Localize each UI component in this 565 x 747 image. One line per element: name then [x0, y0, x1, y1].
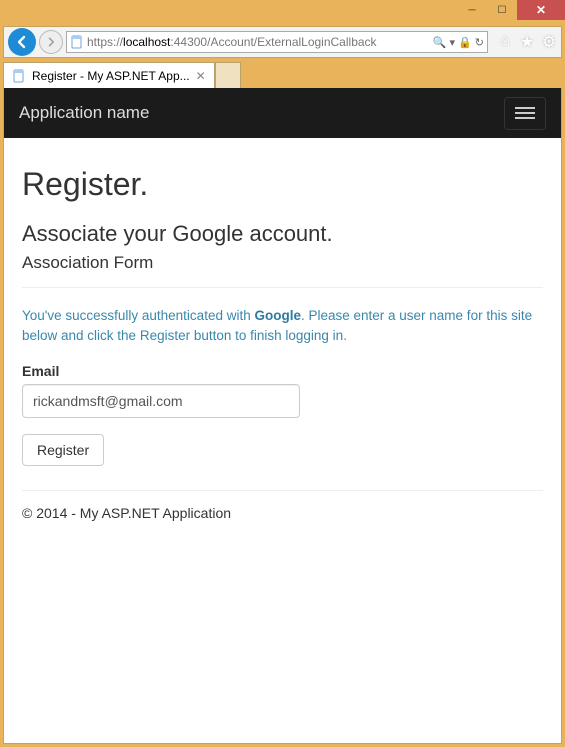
home-icon[interactable]: ⌂	[497, 32, 513, 52]
menu-icon	[515, 117, 535, 119]
email-field[interactable]	[22, 384, 300, 418]
url-text: https://localhost:44300/Account/External…	[87, 35, 430, 49]
nav-toggle-button[interactable]	[504, 97, 546, 130]
divider	[22, 287, 543, 288]
tab-title: Register - My ASP.NET App...	[32, 69, 190, 83]
app-brand[interactable]: Application name	[19, 103, 149, 123]
forward-button[interactable]	[39, 30, 63, 54]
app-navbar: Application name	[4, 88, 561, 138]
window-minimize-button[interactable]: ─	[457, 0, 487, 20]
tab-strip: Register - My ASP.NET App... ✕	[3, 58, 562, 88]
menu-icon	[515, 107, 535, 109]
browser-toolbar: https://localhost:44300/Account/External…	[3, 26, 562, 58]
menu-icon	[515, 112, 535, 114]
new-tab-button[interactable]	[215, 62, 241, 88]
email-label: Email	[22, 363, 543, 379]
browser-tab[interactable]: Register - My ASP.NET App... ✕	[3, 62, 215, 88]
footer-text: © 2014 - My ASP.NET Application	[22, 505, 543, 521]
page-subtitle: Associate your Google account.	[22, 221, 543, 247]
page-viewport: Application name Register. Associate you…	[3, 88, 562, 744]
refresh-icon[interactable]: ↻	[475, 36, 484, 49]
page-icon	[70, 35, 84, 49]
divider	[22, 490, 543, 491]
info-provider: Google	[254, 308, 301, 323]
page-body: Register. Associate your Google account.…	[4, 138, 561, 539]
info-text: You've successfully authenticated with G…	[22, 306, 543, 345]
lock-icon: 🔒	[458, 36, 472, 49]
form-title: Association Form	[22, 253, 543, 273]
window-titlebar: ─ ☐ ✕	[0, 0, 565, 26]
page-icon	[12, 69, 26, 83]
address-bar[interactable]: https://localhost:44300/Account/External…	[66, 31, 488, 53]
info-prefix: You've successfully authenticated with	[22, 308, 254, 323]
dropdown-icon[interactable]: ▾	[450, 36, 456, 49]
window-close-button[interactable]: ✕	[517, 0, 565, 20]
register-button[interactable]: Register	[22, 434, 104, 466]
search-icon[interactable]: 🔍	[433, 36, 447, 49]
close-icon[interactable]: ✕	[196, 69, 206, 83]
favorites-icon[interactable]: ★	[519, 32, 535, 52]
browser-actions: ⌂ ★ ⚙	[497, 32, 557, 52]
back-button[interactable]	[8, 28, 36, 56]
page-title: Register.	[22, 166, 543, 203]
gear-icon[interactable]: ⚙	[541, 32, 557, 52]
window-maximize-button[interactable]: ☐	[487, 0, 517, 20]
